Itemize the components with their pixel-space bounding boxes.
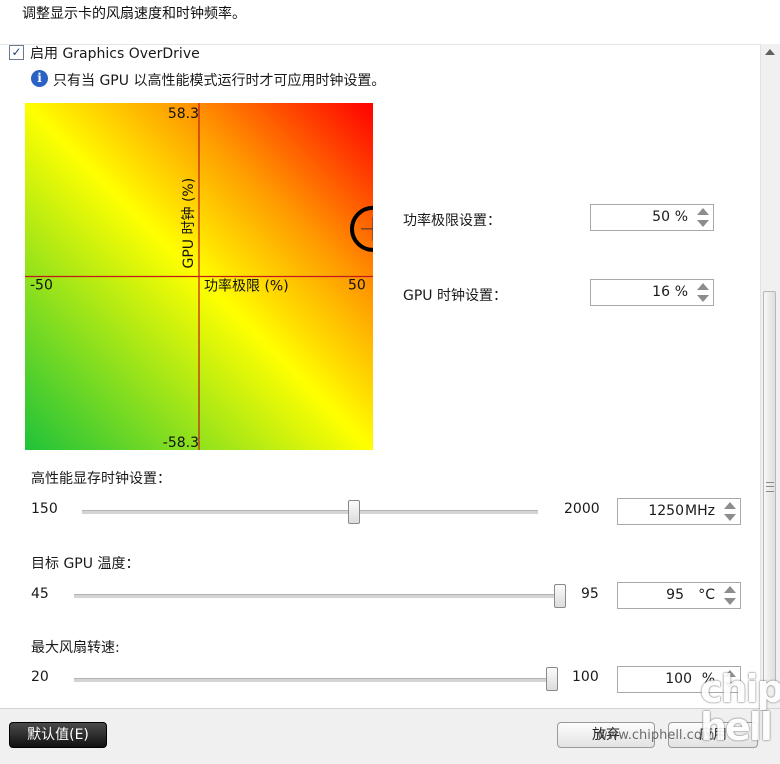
decrement-arrow-icon[interactable] <box>724 598 736 605</box>
power-limit-value[interactable]: 50 <box>652 209 670 225</box>
power-limit-label: 功率极限设置： <box>403 213 501 229</box>
memory-clock-slider-track[interactable] <box>82 510 538 514</box>
scroll-up-arrow-icon[interactable] <box>765 49 775 55</box>
memory-clock-max: 2000 <box>564 501 600 517</box>
enable-overdrive-checkbox[interactable]: ✓ <box>9 45 24 60</box>
y-axis-label: GPU 时钟 (%) <box>180 178 197 269</box>
increment-arrow-icon[interactable] <box>724 586 736 593</box>
memory-clock-unit: MHz <box>685 503 715 519</box>
x-axis-label: 功率极限 (%) <box>204 278 289 295</box>
x-tick-label-min: -50 <box>30 278 53 294</box>
default-button[interactable]: 默认值(E) <box>9 722 107 748</box>
memory-clock-label: 高性能显存时钟设置： <box>31 471 171 487</box>
target-temp-slider-track[interactable] <box>74 594 562 598</box>
decrement-arrow-icon[interactable] <box>697 220 709 227</box>
increment-arrow-icon[interactable] <box>697 283 709 290</box>
x-tick-label-max: 50 <box>348 278 366 294</box>
target-temp-unit: °C <box>698 587 715 603</box>
target-temp-stepper[interactable] <box>722 585 738 606</box>
gpu-clock-label: GPU 时钟设置： <box>403 288 507 304</box>
decrement-arrow-icon[interactable] <box>724 514 736 521</box>
watermark-logo: chip hell <box>700 667 780 749</box>
watermark-url: www.chiphell.com <box>597 728 715 743</box>
max-fan-slider-track[interactable] <box>74 678 554 682</box>
decrement-arrow-icon[interactable] <box>697 295 709 302</box>
power-limit-spinbox[interactable]: 50 % <box>590 204 714 231</box>
info-icon: i <box>31 70 48 87</box>
enable-overdrive-label[interactable]: 启用 Graphics OverDrive <box>30 43 200 63</box>
target-temp-min: 45 <box>31 586 49 602</box>
gpu-clock-value[interactable]: 16 <box>652 284 670 300</box>
y-tick-label-min: -58.3 <box>163 435 199 450</box>
max-fan-value[interactable]: 100 <box>665 671 692 687</box>
target-temp-max: 95 <box>581 586 599 602</box>
gpu-clock-spinbox[interactable]: 16 % <box>590 279 714 306</box>
memory-clock-slider-thumb[interactable] <box>347 500 360 524</box>
info-message: 只有当 GPU 以高性能模式运行时才可应用时钟设置。 <box>53 73 386 89</box>
max-fan-label: 最大风扇转速: <box>31 640 120 656</box>
target-temp-spinbox[interactable]: 95 °C <box>617 582 741 609</box>
max-fan-min: 20 <box>31 669 49 685</box>
max-fan-slider-thumb[interactable] <box>546 667 558 691</box>
power-limit-stepper[interactable] <box>695 207 711 228</box>
power-limit-unit: % <box>674 209 688 225</box>
memory-clock-spinbox[interactable]: 1250 MHz <box>617 498 741 525</box>
increment-arrow-icon[interactable] <box>697 208 709 215</box>
memory-clock-stepper[interactable] <box>722 501 738 522</box>
increment-arrow-icon[interactable] <box>724 502 736 509</box>
memory-clock-value[interactable]: 1250 <box>648 503 684 519</box>
target-temp-label: 目标 GPU 温度： <box>31 556 140 572</box>
y-tick-label-max: 58.3 <box>168 106 199 122</box>
target-temp-value[interactable]: 95 <box>666 587 684 603</box>
gpu-clock-unit: % <box>674 284 688 300</box>
max-fan-max: 100 <box>572 669 599 685</box>
overdrive-chart[interactable]: 58.3 -58.3 -50 50 功率极限 (%) GPU 时钟 (%) <box>25 103 373 450</box>
target-temp-slider-thumb[interactable] <box>554 584 566 608</box>
gpu-clock-stepper[interactable] <box>695 282 711 303</box>
memory-clock-min: 150 <box>31 501 58 517</box>
scrollbar-grip-icon <box>766 482 774 492</box>
page-description: 调整显示卡的风扇速度和时钟频率。 <box>22 6 246 22</box>
